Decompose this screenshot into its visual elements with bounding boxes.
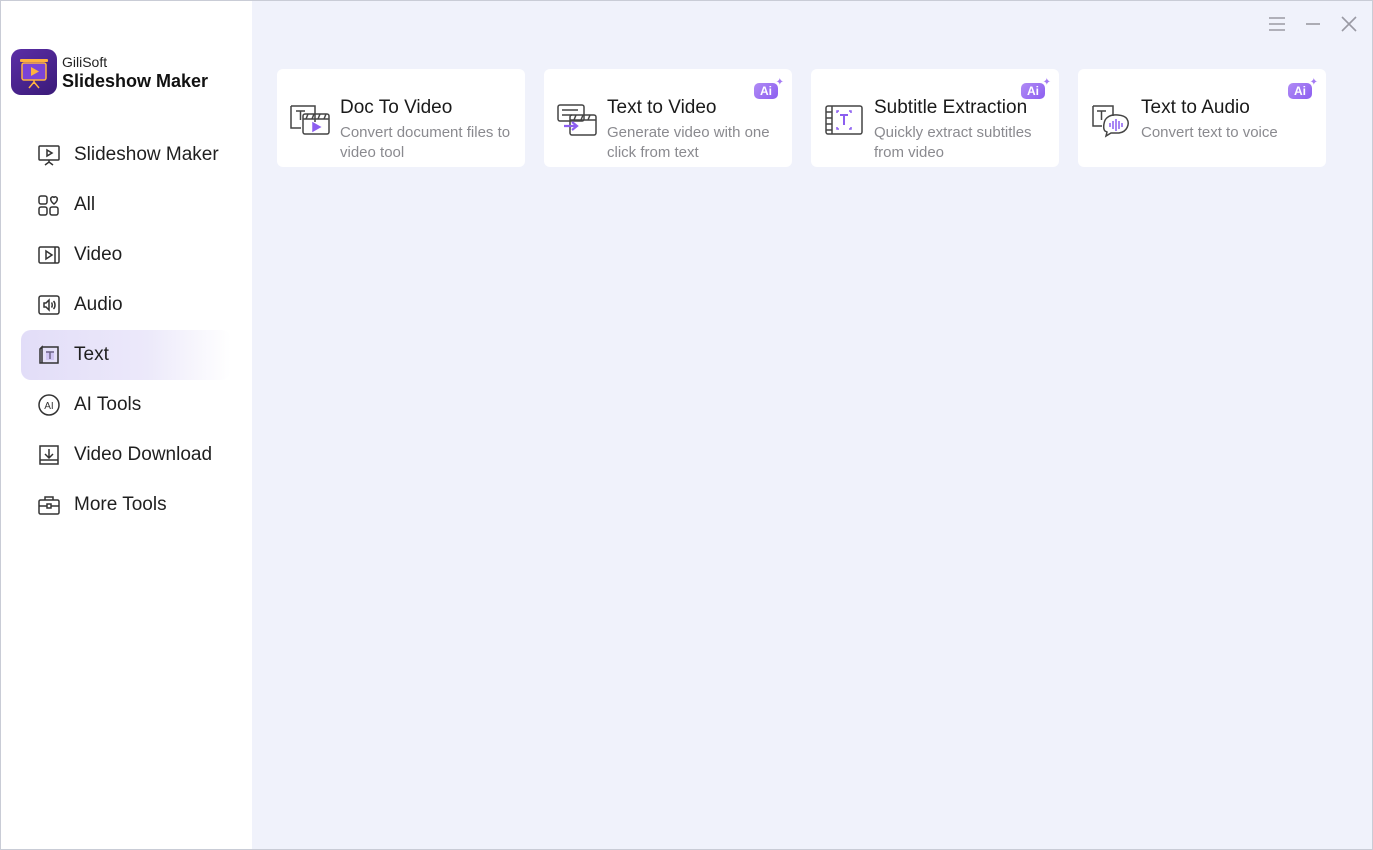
sidebar-item-label: Slideshow Maker bbox=[74, 144, 219, 165]
sidebar-item-text[interactable]: Text bbox=[21, 330, 231, 380]
sidebar-nav: Slideshow Maker All Video Audio Text AI … bbox=[21, 130, 231, 530]
card-text-to-audio[interactable]: Text to Audio Convert text to voice Ai ✦ bbox=[1078, 69, 1326, 167]
sidebar-item-label: AI Tools bbox=[74, 394, 142, 415]
sidebar-item-label: More Tools bbox=[74, 494, 167, 515]
sparkle-icon: ✦ bbox=[1042, 77, 1051, 88]
sparkle-icon: ✦ bbox=[775, 77, 784, 88]
sidebar-item-label: Video Download bbox=[74, 444, 213, 465]
sparkle-icon: ✦ bbox=[1309, 77, 1318, 88]
card-doc-to-video[interactable]: Doc To Video Convert document files to v… bbox=[277, 69, 525, 167]
card-description: Convert document files to video tool bbox=[340, 124, 511, 161]
sidebar-item-more-tools[interactable]: More Tools bbox=[21, 480, 231, 530]
sidebar-item-video[interactable]: Video bbox=[21, 230, 231, 280]
card-title: Text to Audio bbox=[1141, 97, 1250, 118]
doc-to-video-icon bbox=[289, 102, 331, 138]
toolbox-icon bbox=[36, 492, 62, 518]
ai-badge: Ai ✦ bbox=[754, 77, 784, 102]
sidebar: GiliSoft Slideshow Maker Slideshow Maker bbox=[1, 1, 252, 849]
ai-badge: Ai ✦ bbox=[1021, 77, 1051, 102]
video-icon bbox=[36, 242, 62, 268]
sidebar-item-slideshow-maker[interactable]: Slideshow Maker bbox=[21, 130, 231, 180]
sidebar-item-label: All bbox=[74, 194, 96, 215]
ai-badge: Ai ✦ bbox=[1288, 77, 1318, 102]
card-text-to-video[interactable]: Text to Video Generate video with one cl… bbox=[544, 69, 792, 167]
sidebar-item-label: Text bbox=[74, 344, 109, 365]
brand-company: GiliSoft bbox=[62, 53, 108, 70]
audio-icon bbox=[36, 292, 62, 318]
ai-badge-label: Ai bbox=[1021, 83, 1045, 99]
card-description: Convert text to voice bbox=[1141, 124, 1278, 141]
subtitle-extraction-icon bbox=[823, 102, 865, 138]
close-icon[interactable] bbox=[1338, 13, 1360, 35]
card-title: Text to Video bbox=[607, 97, 717, 118]
sidebar-item-video-download[interactable]: Video Download bbox=[21, 430, 231, 480]
sidebar-item-all[interactable]: All bbox=[21, 180, 231, 230]
text-to-audio-icon bbox=[1090, 102, 1132, 138]
text-icon bbox=[36, 342, 62, 368]
brand: GiliSoft Slideshow Maker bbox=[11, 49, 208, 95]
sidebar-item-label: Video bbox=[74, 244, 123, 265]
app-logo-icon bbox=[11, 49, 57, 95]
download-icon bbox=[36, 442, 62, 468]
card-subtitle-extraction[interactable]: Subtitle Extraction Quickly extract subt… bbox=[811, 69, 1059, 167]
grid-icon bbox=[36, 192, 62, 218]
app-window: GiliSoft Slideshow Maker Slideshow Maker bbox=[0, 0, 1373, 850]
presentation-icon bbox=[36, 142, 62, 168]
card-title: Subtitle Extraction bbox=[874, 97, 1028, 118]
sidebar-item-ai-tools[interactable]: AI AI Tools bbox=[21, 380, 231, 430]
sidebar-item-audio[interactable]: Audio bbox=[21, 280, 231, 330]
ai-badge-label: Ai bbox=[1288, 83, 1312, 99]
ai-badge-label: Ai bbox=[754, 83, 778, 99]
text-to-video-icon bbox=[556, 102, 598, 138]
card-description: Quickly extract subtitles from video bbox=[874, 124, 1032, 161]
card-title: Doc To Video bbox=[340, 97, 453, 118]
tool-cards: Doc To Video Convert document files to v… bbox=[277, 69, 1345, 167]
card-description: Generate video with one click from text bbox=[607, 124, 770, 161]
window-controls bbox=[1266, 13, 1360, 35]
svg-text:AI: AI bbox=[44, 401, 53, 412]
menu-icon[interactable] bbox=[1266, 13, 1288, 35]
brand-product: Slideshow Maker bbox=[62, 70, 209, 91]
ai-icon: AI bbox=[36, 392, 62, 418]
minimize-icon[interactable] bbox=[1302, 13, 1324, 35]
sidebar-item-label: Audio bbox=[74, 294, 123, 315]
